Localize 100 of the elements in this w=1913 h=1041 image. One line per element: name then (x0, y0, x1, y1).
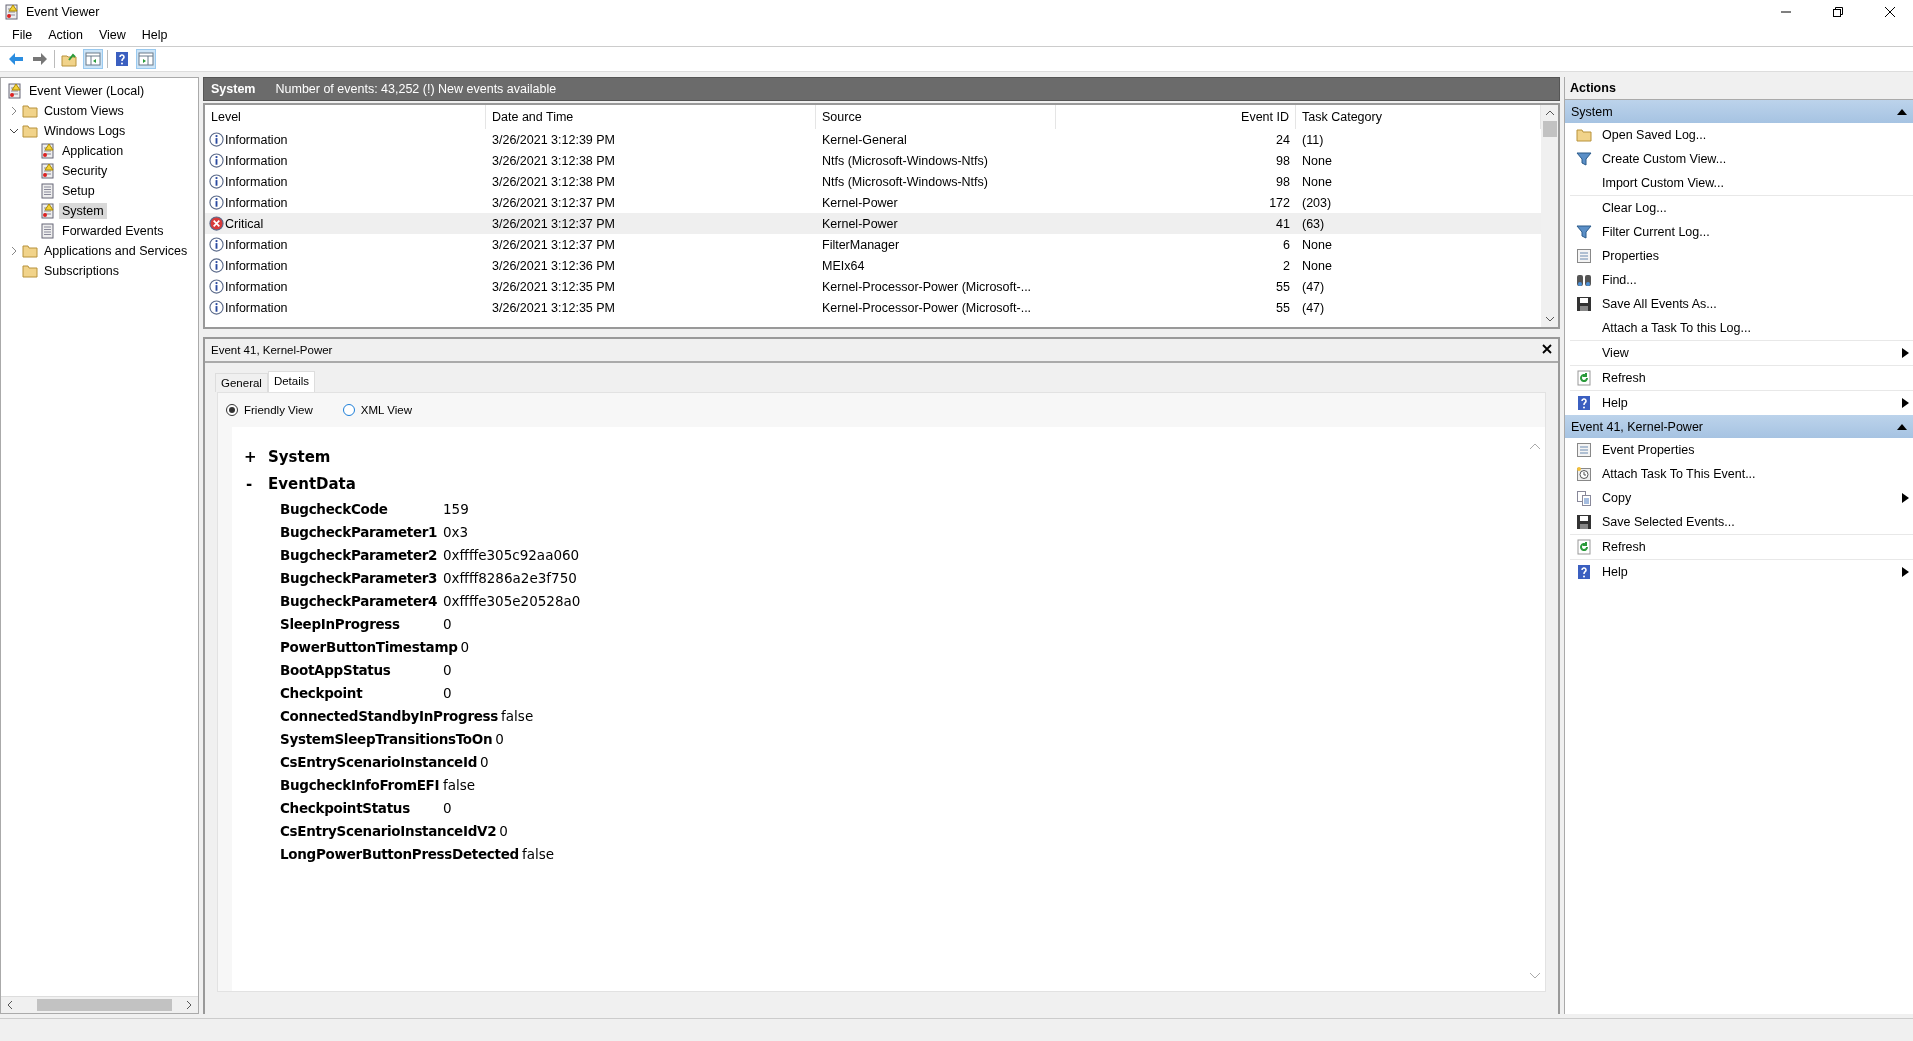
command-link[interactable]: Refresh (1602, 371, 1913, 385)
toggle-sign[interactable]: + (244, 447, 254, 466)
collapse-triangle-icon[interactable] (1897, 423, 1907, 430)
tab[interactable]: General (215, 373, 268, 392)
field-name: BugcheckParameter1 (280, 522, 439, 542)
table-cell-text: Kernel-Power (821, 195, 899, 210)
command-link[interactable]: Event Properties (1602, 443, 1913, 457)
menu-item[interactable]: Help (133, 28, 176, 42)
scroll-right-icon[interactable] (184, 1000, 194, 1010)
event-row[interactable]: Information 3/26/2021 3:12:38 PM Ntfs (Microsoft-Windows-Ntfs) 98 None (205, 150, 1541, 171)
log-icon (7, 83, 23, 99)
menu-item[interactable]: View (90, 28, 134, 42)
command-link[interactable]: Copy (1602, 491, 1892, 505)
radio-label[interactable]: Friendly View (244, 404, 313, 416)
table-cell-text: (63) (1301, 216, 1326, 231)
field-value: 0xffff8286a2e3f750 (442, 568, 577, 588)
show-tree-button[interactable] (83, 49, 103, 69)
scroll-left-icon[interactable] (5, 1000, 15, 1010)
radio-button[interactable] (342, 404, 355, 416)
command-link[interactable]: Find... (1602, 273, 1913, 287)
tree-item[interactable]: Setup (59, 183, 98, 199)
toggle-sign[interactable]: - (244, 474, 254, 493)
event-row[interactable]: Information 3/26/2021 3:12:35 PM Kernel-Processor-Power (Microsoft-... 55 (47) (205, 276, 1541, 297)
event-row[interactable]: Information 3/26/2021 3:12:37 PM Kernel-Power 172 (203) (205, 192, 1541, 213)
table-cell-text: 3/26/2021 3:12:37 PM (491, 237, 616, 252)
tree-item[interactable]: Windows Logs (41, 123, 129, 139)
event-row[interactable]: Information 3/26/2021 3:12:37 PM FilterManager 6 None (205, 234, 1541, 255)
command-link[interactable]: Clear Log... (1602, 201, 1913, 215)
event-row[interactable]: Information 3/26/2021 3:12:36 PM MEIx64 2 None (205, 255, 1541, 276)
field-name: CheckpointStatus (280, 798, 411, 818)
tree-item[interactable]: Forwarded Events (59, 223, 167, 239)
field-name: SystemSleepTransitionsToOn (280, 729, 493, 749)
field-name: SleepInProgress (280, 614, 401, 634)
radio-label[interactable]: XML View (360, 404, 412, 416)
collapsed-chevron-icon[interactable] (9, 106, 19, 116)
column-header[interactable]: Event ID (1056, 105, 1296, 129)
field-name: PowerButtonTimestamp (280, 637, 458, 657)
properties-icon (1576, 442, 1592, 458)
command-link[interactable]: Save Selected Events... (1602, 515, 1913, 529)
menu-item[interactable]: Action (40, 28, 91, 42)
event-count-text: Number of events: 43,252 (!) New events available (275, 82, 557, 96)
field-value: 0 (479, 752, 489, 772)
command-link[interactable]: Open Saved Log... (1602, 128, 1913, 142)
command-link[interactable]: Attach Task To This Event... (1602, 467, 1913, 481)
info-icon (209, 300, 224, 315)
section-title[interactable]: Event 41, Kernel-Power (1571, 419, 1703, 434)
field-value: false (520, 844, 555, 864)
tree-item[interactable]: Application (59, 143, 127, 159)
event-row[interactable]: Information 3/26/2021 3:12:38 PM Ntfs (Microsoft-Windows-Ntfs) 98 None (205, 171, 1541, 192)
field-value: 0 (459, 637, 470, 657)
scroll-down-icon[interactable] (1544, 314, 1555, 324)
command-link[interactable]: Create Custom View... (1602, 152, 1913, 166)
command-link[interactable]: Save All Events As... (1602, 297, 1913, 311)
copy-icon (1576, 490, 1592, 506)
command-link[interactable]: Refresh (1602, 540, 1913, 554)
table-cell: Information (225, 132, 288, 147)
scroll-up-icon[interactable] (1544, 108, 1555, 118)
command-link[interactable]: Properties (1602, 249, 1913, 263)
command-link[interactable]: View (1602, 346, 1892, 360)
clock-icon (1576, 466, 1592, 482)
section-title[interactable]: System (1571, 104, 1613, 119)
help-icon (1576, 564, 1592, 580)
table-cell-text: 3/26/2021 3:12:38 PM (491, 153, 616, 168)
column-header[interactable]: Level (205, 105, 486, 129)
info-icon (209, 279, 224, 294)
column-header[interactable]: Source (816, 105, 1056, 129)
collapse-triangle-icon[interactable] (1897, 108, 1907, 115)
close-icon[interactable] (1542, 344, 1552, 356)
info-icon (209, 153, 224, 168)
submenu-arrow-icon (1902, 493, 1909, 503)
field-name: LongPowerButtonPressDetected (280, 844, 519, 864)
tree-item[interactable]: Custom Views (41, 103, 127, 119)
command-link[interactable]: Attach a Task To this Log... (1602, 321, 1913, 335)
event-row[interactable]: Information 3/26/2021 3:12:39 PM Kernel-General 24 (11) (205, 129, 1541, 150)
column-header[interactable]: Date and Time (486, 105, 816, 129)
command-link[interactable]: Help (1602, 396, 1892, 410)
collapsed-chevron-icon[interactable] (9, 246, 19, 256)
table-cell-text: 55 (1275, 300, 1291, 315)
tree-item[interactable]: System (59, 203, 107, 219)
expanded-chevron-icon[interactable] (9, 126, 19, 136)
submenu-arrow-icon (1902, 567, 1909, 577)
table-cell-text: 55 (1275, 279, 1291, 294)
event-row[interactable]: Information 3/26/2021 3:12:35 PM Kernel-Processor-Power (Microsoft-... 55 (47) (205, 297, 1541, 318)
vertical-scrollbar[interactable] (1541, 105, 1558, 327)
field-value: 159 (442, 499, 469, 519)
horizontal-scrollbar[interactable] (1, 996, 198, 1013)
tree-item[interactable]: Event Viewer (Local) (26, 83, 148, 99)
command-link[interactable]: Help (1602, 565, 1892, 579)
tab[interactable]: Details (267, 371, 316, 392)
show-action-pane-button[interactable] (136, 49, 156, 69)
tree-item[interactable]: Security (59, 163, 111, 179)
scroll-thumb[interactable] (1542, 121, 1557, 137)
command-link[interactable]: Import Custom View... (1602, 176, 1913, 190)
menu-item[interactable]: File (4, 28, 41, 42)
folder-icon (22, 123, 38, 139)
event-row[interactable]: Critical 3/26/2021 3:12:37 PM Kernel-Power 41 (63) (205, 213, 1541, 234)
tree-item[interactable]: Subscriptions (41, 263, 123, 279)
tree-item[interactable]: Applications and Services (41, 243, 191, 259)
command-link[interactable]: Filter Current Log... (1602, 225, 1913, 239)
radio-button[interactable] (226, 404, 238, 416)
